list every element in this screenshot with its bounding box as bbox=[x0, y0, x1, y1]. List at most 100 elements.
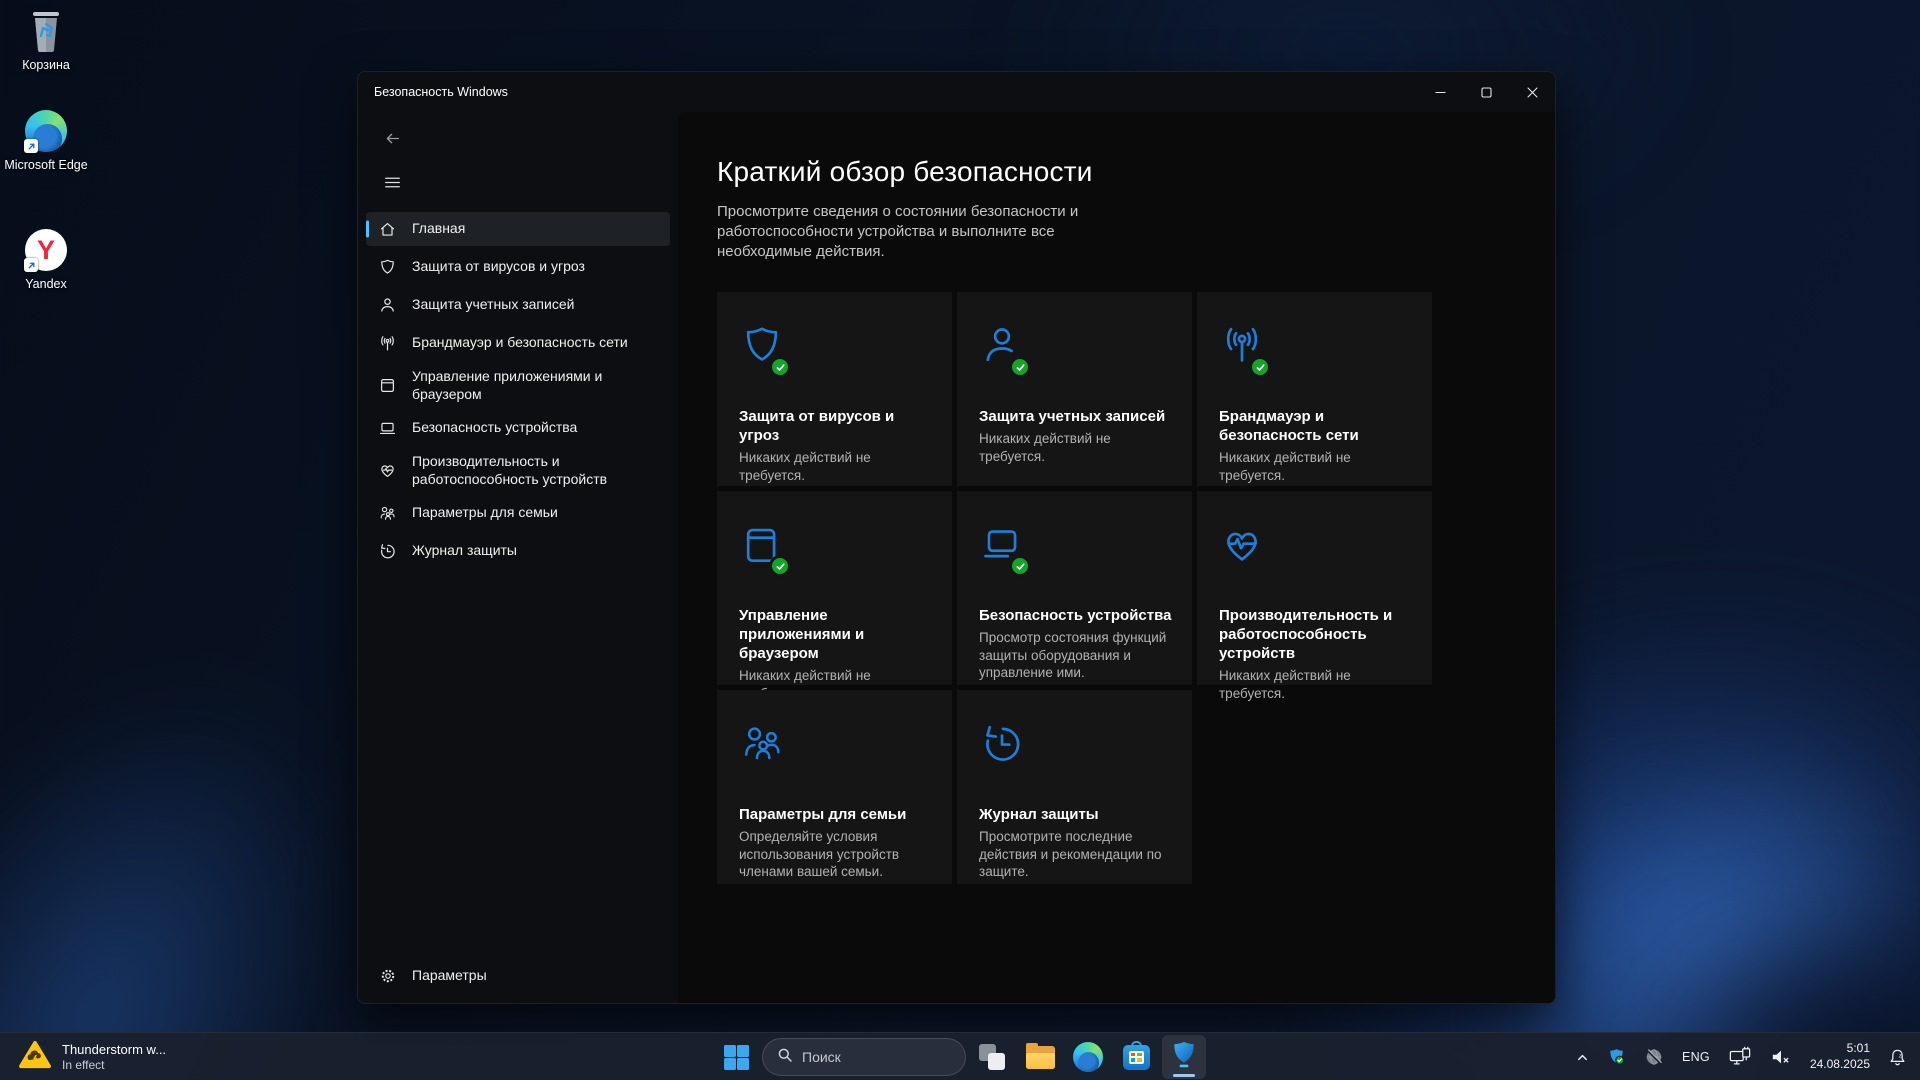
card-virus-protection[interactable]: Защита от вирусов и угроз Никаких действ… bbox=[717, 292, 952, 486]
card-description: Никаких действий не требуется. bbox=[979, 431, 1111, 464]
taskbar-search[interactable] bbox=[762, 1038, 966, 1076]
device-icon bbox=[378, 419, 397, 438]
desktop: { "desktop": { "icons": [ { "label": "Ко… bbox=[0, 0, 1920, 1080]
card-description: Никаких действий не требуется. bbox=[1219, 668, 1351, 701]
card-title: Брандмауэр и безопасность сети bbox=[1219, 408, 1359, 445]
defender-icon bbox=[1170, 1040, 1198, 1075]
weather-warning-icon bbox=[18, 1040, 52, 1075]
yandex-icon: Y bbox=[23, 227, 69, 273]
desktop-icon-label: Корзина bbox=[22, 58, 70, 72]
health-icon bbox=[378, 461, 397, 480]
sidebar-item-home[interactable]: Главная bbox=[366, 212, 670, 246]
desktop-icon-yandex[interactable]: Y Yandex bbox=[0, 227, 92, 291]
desktop-icon-recycle-bin[interactable]: Корзина bbox=[0, 8, 92, 72]
sidebar-item-label: Главная bbox=[412, 220, 466, 237]
taskbar: Thunderstorm w... In effect Поиск ENG 5:… bbox=[0, 1032, 1920, 1080]
shield-icon bbox=[378, 258, 397, 277]
app-browser-icon bbox=[378, 376, 397, 395]
tray-chevron-up-icon[interactable] bbox=[1569, 1037, 1596, 1077]
file-explorer-button[interactable] bbox=[1018, 1035, 1062, 1079]
edge-button[interactable] bbox=[1066, 1035, 1110, 1079]
titlebar[interactable]: Безопасность Windows bbox=[358, 72, 1555, 112]
minimize-button[interactable] bbox=[1417, 73, 1463, 111]
system-tray: ENG 5:01 24.08.2025 z bbox=[1569, 1033, 1914, 1080]
sidebar-item-family-options[interactable]: Параметры для семьи bbox=[366, 496, 670, 530]
tray-defender-ok-icon[interactable] bbox=[1600, 1037, 1633, 1077]
recycle-bin-icon bbox=[23, 8, 69, 54]
menu-button[interactable] bbox=[376, 166, 408, 198]
sidebar-item-firewall[interactable]: Брандмауэр и безопасность сети bbox=[366, 326, 670, 360]
start-icon bbox=[723, 1044, 749, 1070]
desktop-icon-label: Microsoft Edge bbox=[4, 158, 88, 172]
sidebar-item-label: Брандмауэр и безопасность сети bbox=[412, 334, 628, 351]
weather-widget-status: In effect bbox=[62, 1057, 105, 1072]
card-title: Производительность и работоспособность у… bbox=[1219, 607, 1393, 663]
tray-date: 24.08.2025 bbox=[1809, 1057, 1870, 1071]
history-icon bbox=[979, 725, 1025, 772]
weather-widget[interactable]: Thunderstorm w... In effect bbox=[6, 1033, 178, 1080]
window-title: Безопасность Windows bbox=[374, 85, 508, 99]
ok-check-icon bbox=[769, 555, 791, 577]
home-icon bbox=[378, 220, 397, 239]
card-description: Никаких действий не требуется. bbox=[739, 450, 871, 483]
desktop-icon-edge[interactable]: Microsoft Edge bbox=[0, 108, 92, 172]
windows-security-window: Безопасность Windows Главная Защита от в… bbox=[357, 71, 1556, 1004]
card-description: Определяйте условия использования устрой… bbox=[739, 829, 900, 880]
store-button[interactable] bbox=[1114, 1035, 1158, 1079]
tray-muted-speaker-icon[interactable] bbox=[1763, 1037, 1799, 1077]
shortcut-arrow-icon bbox=[24, 258, 38, 272]
sidebar-item-virus-protection[interactable]: Защита от вирусов и угроз bbox=[366, 250, 670, 284]
sidebar-item-label: Безопасность устройства bbox=[412, 419, 578, 436]
card-device-security[interactable]: Безопасность устройства Просмотр состоян… bbox=[957, 491, 1192, 685]
back-button[interactable] bbox=[376, 122, 408, 154]
ok-check-icon bbox=[769, 356, 791, 378]
tray-no-internet-icon[interactable] bbox=[1637, 1037, 1671, 1077]
sidebar-item-device-health[interactable]: Производительность и работоспособность у… bbox=[366, 449, 670, 492]
sidebar-item-label: Производительность и работоспособность у… bbox=[412, 453, 608, 487]
card-description: Просмотрите последние действия и рекомен… bbox=[979, 829, 1162, 880]
sidebar-item-device-security[interactable]: Безопасность устройства bbox=[366, 411, 670, 445]
account-icon bbox=[979, 328, 1031, 378]
card-protection-history[interactable]: Журнал защиты Просмотрите последние дейс… bbox=[957, 690, 1192, 884]
main-content: Краткий обзор безопасности Просмотрите с… bbox=[678, 112, 1555, 1003]
tray-time: 5:01 bbox=[1846, 1041, 1870, 1056]
card-title: Защита от вирусов и угроз bbox=[739, 408, 895, 445]
sidebar-item-label: Параметры для семьи bbox=[412, 504, 558, 521]
sidebar-item-app-browser-control[interactable]: Управление приложениями и браузером bbox=[366, 364, 670, 407]
card-description: Никаких действий не требуется. bbox=[1219, 450, 1351, 483]
security-cards-grid: Защита от вирусов и угроз Никаких действ… bbox=[717, 292, 1432, 884]
history-icon bbox=[378, 542, 397, 561]
sidebar-item-label: Журнал защиты bbox=[412, 542, 517, 559]
card-device-health[interactable]: Производительность и работоспособность у… bbox=[1197, 491, 1432, 701]
card-account-protection[interactable]: Защита учетных записей Никаких действий … bbox=[957, 292, 1192, 486]
sidebar-item-settings[interactable]: Параметры bbox=[366, 959, 670, 993]
page-subtitle: Просмотрите сведения о состоянии безопас… bbox=[717, 203, 1079, 260]
sidebar-item-account-protection[interactable]: Защита учетных записей bbox=[366, 288, 670, 322]
ok-check-icon bbox=[1009, 356, 1031, 378]
ok-check-icon bbox=[1009, 555, 1031, 577]
tray-notification-bell-icon[interactable]: z bbox=[1881, 1037, 1914, 1077]
card-app-browser-control[interactable]: Управление приложениями и браузером Ника… bbox=[717, 491, 952, 701]
close-button[interactable] bbox=[1509, 73, 1555, 111]
desktop-icon-label: Yandex bbox=[25, 277, 67, 291]
search-input[interactable] bbox=[802, 1049, 942, 1065]
maximize-button[interactable] bbox=[1463, 73, 1509, 111]
card-firewall[interactable]: Брандмауэр и безопасность сети Никаких д… bbox=[1197, 292, 1432, 486]
card-description: Просмотр состояния функций защиты оборуд… bbox=[979, 630, 1167, 681]
card-family-options[interactable]: Параметры для семьи Определяйте условия … bbox=[717, 690, 952, 884]
tray-clock[interactable]: 5:01 24.08.2025 bbox=[1803, 1037, 1877, 1077]
shortcut-arrow-icon bbox=[24, 139, 38, 153]
start-button[interactable] bbox=[714, 1035, 758, 1079]
sidebar-item-label: Защита учетных записей bbox=[412, 296, 575, 313]
ok-check-icon bbox=[1249, 356, 1271, 378]
card-title: Управление приложениями и браузером bbox=[739, 607, 865, 663]
taskbar-center bbox=[714, 1033, 1206, 1080]
task-view-icon bbox=[979, 1044, 1005, 1070]
tray-language-indicator[interactable]: ENG bbox=[1675, 1037, 1717, 1077]
card-title: Безопасность устройства bbox=[979, 607, 1172, 624]
family-icon bbox=[378, 504, 397, 523]
task-view-button[interactable] bbox=[970, 1035, 1014, 1079]
windows-security-button[interactable] bbox=[1162, 1035, 1206, 1079]
tray-hardware-icon[interactable] bbox=[1721, 1037, 1759, 1077]
sidebar-item-protection-history[interactable]: Журнал защиты bbox=[366, 534, 670, 568]
